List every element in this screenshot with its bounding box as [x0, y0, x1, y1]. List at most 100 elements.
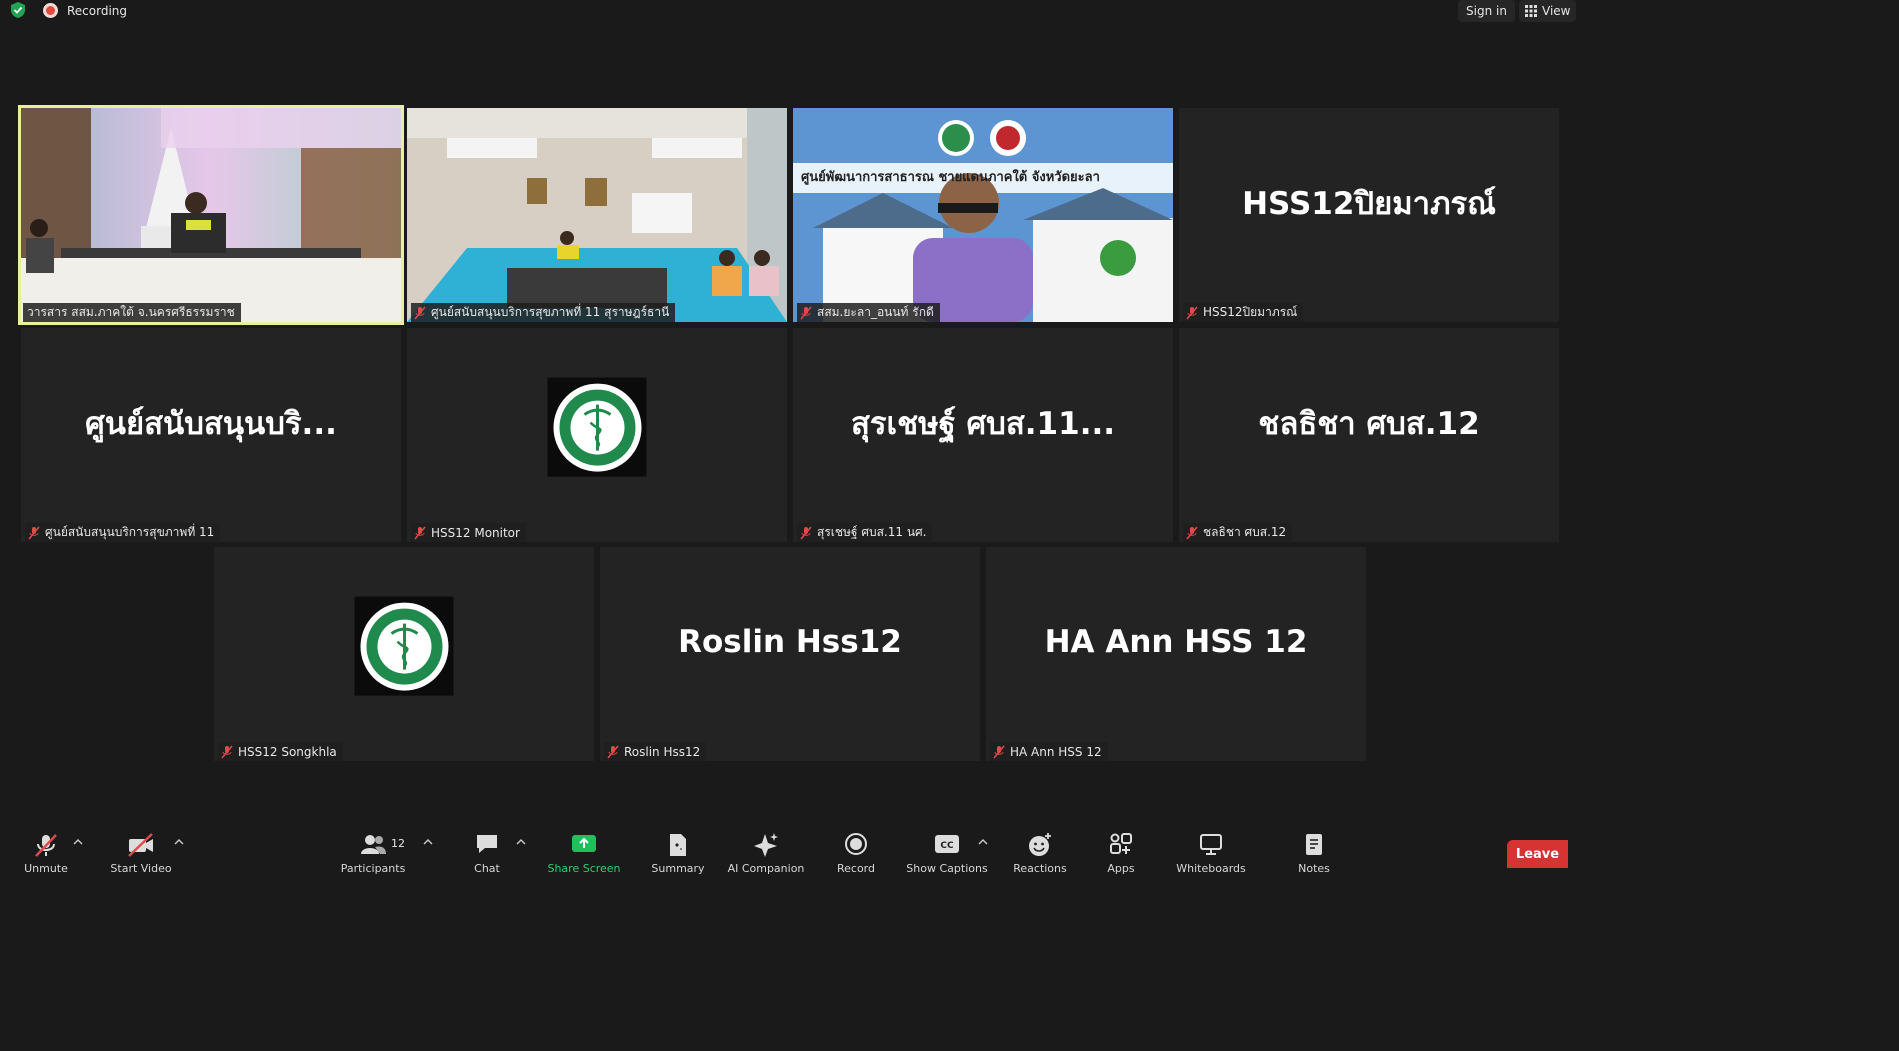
record-icon	[845, 833, 867, 855]
ai-companion-button[interactable]: AI Companion	[726, 832, 806, 875]
muted-mic-icon	[800, 306, 812, 319]
participants-icon	[361, 835, 386, 854]
recording-indicator[interactable]: Recording	[43, 3, 127, 18]
participant-tile-hss12-piyamaporn[interactable]: HSS12ปิยมาภรณ์ HSS12ปิยมาภรณ์	[1179, 108, 1559, 322]
reactions-button[interactable]: Reactions	[1010, 832, 1070, 875]
meeting-toolbar: Unmute Start Video Participants 12 Chat …	[0, 826, 1568, 875]
summary-button[interactable]: Summary	[650, 832, 706, 875]
muted-mic-icon	[414, 306, 426, 319]
whiteboard-icon	[1200, 834, 1222, 855]
participant-name: HSS12ปิยมาภรณ์	[1203, 305, 1298, 319]
recording-label: Recording	[67, 3, 128, 18]
participant-display-name: ศูนย์สนับสนุนบริ...	[85, 406, 337, 442]
muted-microphone-icon	[35, 834, 57, 857]
start-video-button[interactable]: Start Video	[110, 832, 172, 875]
participant-display-name: ชลธิชา ศบส.12	[1258, 406, 1480, 442]
participant-count-badge: 12	[391, 837, 405, 850]
muted-mic-icon	[800, 526, 812, 539]
participant-name: HSS12 Monitor	[431, 525, 520, 540]
captions-options-chevron-up-icon[interactable]	[978, 838, 988, 846]
ai-sparkle-icon	[754, 833, 778, 857]
muted-mic-icon	[414, 526, 426, 539]
participant-nameplate: Roslin Hss12	[604, 742, 707, 761]
participant-video	[407, 108, 787, 322]
participant-name: วารสาร สสม.ภาคใต้ จ.นครศรีธรรมราช	[27, 305, 235, 319]
audio-options-chevron-up-icon[interactable]	[73, 838, 83, 846]
svg-text:CC: CC	[940, 841, 954, 851]
reactions-label: Reactions	[1013, 862, 1067, 875]
notes-icon	[1306, 834, 1322, 855]
sign-in-button[interactable]: Sign in	[1458, 0, 1515, 22]
ministry-of-public-health-logo-icon	[553, 383, 641, 472]
leave-button[interactable]: Leave	[1507, 840, 1568, 868]
ministry-of-public-health-logo-icon	[360, 602, 448, 691]
participant-name: สุรเชษฐ์ ศบส.11 นศ.	[817, 525, 927, 539]
show-captions-button[interactable]: CC Show Captions	[905, 832, 989, 875]
participant-display-name: HSS12ปิยมาภรณ์	[1242, 186, 1496, 222]
chat-label: Chat	[474, 862, 500, 875]
participant-tile-chonthicha[interactable]: ชลธิชา ศบส.12 ชลธิชา ศบส.12	[1179, 328, 1559, 542]
participant-name: สสม.ยะลา_อนนท์ รักดี	[817, 305, 934, 319]
ministry-logo	[547, 377, 647, 477]
participant-video	[793, 108, 1173, 322]
participant-name: HA Ann HSS 12	[1010, 744, 1102, 759]
apps-label: Apps	[1107, 862, 1135, 875]
share-screen-label: Share Screen	[547, 862, 621, 875]
view-label: View	[1542, 4, 1571, 18]
chat-icon	[477, 835, 497, 853]
participant-tile-video-yala[interactable]: สสม.ยะลา_อนนท์ รักดี ศูนย์พัฒนาการสาธารณ…	[793, 108, 1173, 322]
notes-button[interactable]: Notes	[1296, 832, 1332, 875]
participant-tile-ha-ann[interactable]: HA Ann HSS 12 HA Ann HSS 12	[986, 547, 1366, 761]
participant-tile-roslin[interactable]: Roslin Hss12 Roslin Hss12	[600, 547, 980, 761]
show-captions-label: Show Captions	[906, 862, 988, 875]
participant-display-name: สุรเชษฐ์ ศบส.11...	[850, 406, 1116, 442]
start-video-label: Start Video	[110, 862, 172, 875]
apps-icon	[1110, 833, 1132, 854]
share-screen-button[interactable]: Share Screen	[547, 832, 621, 875]
participant-nameplate: ชลธิชา ศบส.12	[1183, 523, 1293, 542]
summary-label: Summary	[651, 862, 705, 875]
participant-tile-surachet[interactable]: สุรเชษฐ์ ศบส.11... สุรเชษฐ์ ศบส.11 นศ.	[793, 328, 1173, 542]
ai-companion-label: AI Companion	[727, 862, 805, 875]
closed-captions-icon: CC	[935, 835, 959, 853]
recording-icon	[43, 3, 58, 18]
muted-mic-icon	[1186, 306, 1198, 319]
participant-nameplate: HSS12 Songkhla	[218, 742, 343, 761]
participant-nameplate: สสม.ยะลา_อนนท์ รักดี	[797, 303, 940, 322]
participant-nameplate: สุรเชษฐ์ ศบส.11 นศ.	[797, 523, 933, 542]
participant-nameplate: HSS12ปิยมาภรณ์	[1183, 303, 1304, 322]
whiteboards-label: Whiteboards	[1176, 862, 1246, 875]
muted-mic-icon	[221, 745, 233, 758]
participant-tile-video-nakhon[interactable]: วารสาร สสม.ภาคใต้ จ.นครศรีธรรมราช	[18, 105, 404, 325]
apps-button[interactable]: Apps	[1105, 832, 1137, 875]
participant-display-name: HA Ann HSS 12	[1044, 624, 1308, 660]
chat-button[interactable]: Chat	[472, 832, 502, 875]
participant-tile-hss12-monitor[interactable]: HSS12 Monitor	[407, 328, 787, 542]
participant-nameplate: HA Ann HSS 12	[990, 742, 1108, 761]
unmute-label: Unmute	[24, 862, 68, 875]
ministry-logo	[354, 596, 454, 696]
participant-nameplate: ศูนย์สนับสนุนบริการสุขภาพที่ 11 สุราษฎร์…	[411, 303, 676, 322]
participant-nameplate: ศูนย์สนับสนุนบริการสุขภาพที่ 11	[25, 523, 221, 542]
participant-name: ชลธิชา ศบส.12	[1203, 525, 1287, 539]
whiteboards-button[interactable]: Whiteboards	[1173, 832, 1249, 875]
muted-mic-icon	[28, 526, 40, 539]
unmute-button[interactable]: Unmute	[22, 832, 70, 875]
muted-mic-icon	[607, 745, 619, 758]
participant-name: Roslin Hss12	[624, 744, 701, 759]
participant-video	[21, 108, 401, 322]
record-button[interactable]: Record	[836, 832, 876, 875]
participant-tile-center11[interactable]: ศูนย์สนับสนุนบริ... ศูนย์สนับสนุนบริการส…	[21, 328, 401, 542]
view-button[interactable]: View	[1519, 0, 1577, 22]
participant-name: HSS12 Songkhla	[238, 744, 337, 759]
participant-nameplate: HSS12 Monitor	[411, 523, 526, 542]
top-bar: Recording Sign in View	[0, 0, 1577, 22]
participants-options-chevron-up-icon[interactable]	[423, 838, 433, 846]
participant-tile-hss12-songkhla[interactable]: HSS12 Songkhla	[214, 547, 594, 761]
participant-name: ศูนย์สนับสนุนบริการสุขภาพที่ 11	[45, 525, 215, 539]
participants-label: Participants	[340, 862, 406, 875]
security-shield-icon[interactable]	[9, 1, 27, 19]
video-options-chevron-up-icon[interactable]	[174, 838, 184, 846]
chat-options-chevron-up-icon[interactable]	[516, 838, 526, 846]
participant-tile-video-surat[interactable]: ศูนย์สนับสนุนบริการสุขภาพที่ 11 สุราษฎร์…	[407, 108, 787, 322]
